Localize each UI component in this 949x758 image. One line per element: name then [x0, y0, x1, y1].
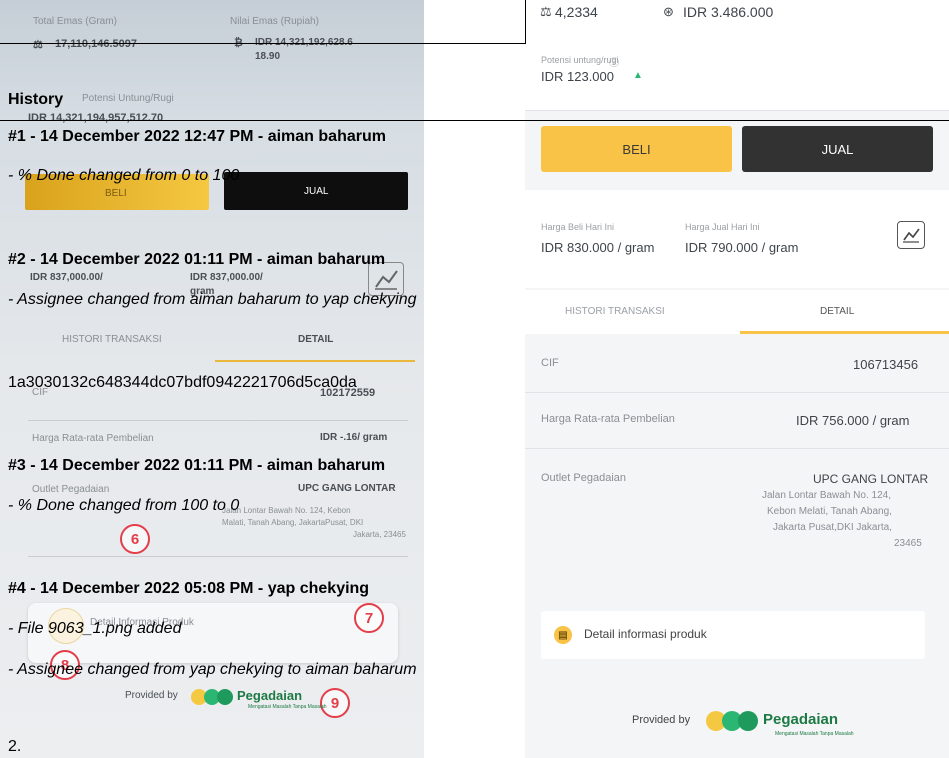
- tab-histori-transaksi[interactable]: HISTORI TRANSAKSI: [62, 334, 162, 345]
- revision-hash: 1a3030132c648344dc07bdf0942221706d5ca0da: [8, 374, 357, 391]
- cif-label: CIF: [541, 357, 559, 369]
- history-change: - Assignee changed from yap chekying to …: [8, 661, 417, 678]
- harga-beli-value: IDR 830.000 / gram: [541, 240, 655, 255]
- up-arrow-icon: ▲: [633, 70, 643, 81]
- history-entry-header: #4 - 14 December 2022 05:08 PM - yap che…: [8, 580, 370, 597]
- frame-border: [0, 120, 949, 121]
- potensi-label: Potensi untung/rugi: [541, 55, 619, 65]
- pegadaian-logo-icon: [705, 710, 761, 737]
- harga-jual-value: IDR 790.000 / gram: [685, 240, 799, 255]
- tab-indicator: [215, 360, 415, 362]
- outlet-address-2: Kebon Melati, Tanah Abang,: [767, 506, 892, 517]
- outlet-name: UPC GANG LONTAR: [298, 483, 396, 494]
- divider: [525, 448, 949, 449]
- harga-section: [525, 190, 949, 288]
- cif-value: 106713456: [853, 357, 919, 372]
- history-entry-header: #1 - 14 December 2022 12:47 PM - aiman b…: [8, 128, 386, 145]
- potensi-value: IDR 14,321,194,957,512.70: [28, 112, 164, 124]
- chart-icon[interactable]: [897, 221, 925, 249]
- info-circle-icon[interactable]: ⓘ: [609, 54, 619, 69]
- outlet-address-1: Jalan Lontar Bawah No. 124, Kebon: [222, 506, 351, 515]
- frame-border: [525, 0, 526, 44]
- harga-rata-label: Harga Rata-rata Pembelian: [32, 433, 154, 444]
- gram-value: 4,2334: [555, 4, 598, 20]
- history-change: - % Done changed from 0 to 100: [8, 167, 240, 184]
- gold-bar-icon: ⚖: [540, 4, 552, 19]
- outlet-address-1: Jalan Lontar Bawah No. 124,: [762, 490, 891, 501]
- potensi-label: Potensi Untung/Rugi: [82, 93, 174, 104]
- detail-info-card[interactable]: ▤ Detail informasi produk: [541, 611, 925, 659]
- potensi-value: IDR 123.000: [541, 69, 614, 84]
- detail-info-label: Detail informasi produk: [584, 627, 707, 641]
- tab-detail[interactable]: DETAIL: [820, 306, 854, 317]
- history-entry-header: #2 - 14 December 2022 01:11 PM - aiman b…: [8, 251, 386, 268]
- jual-button[interactable]: JUAL: [742, 126, 933, 172]
- harga-beli-value: IDR 837,000.00/: [30, 272, 103, 283]
- outlet-address-3: Jakarta, 23465: [353, 530, 406, 539]
- total-emas-value: 17,110,146.5097: [55, 38, 137, 50]
- outlet-address-4: 23465: [894, 538, 922, 549]
- brand-tagline: Mengatasi Masalah Tanpa Masalah: [248, 704, 327, 710]
- total-emas-label: Total Emas (Gram): [33, 16, 117, 27]
- outlet-label: Outlet Pegadaian: [32, 484, 110, 495]
- annotation-badge-6: 6: [120, 524, 150, 554]
- outlet-name: UPC GANG LONTAR: [813, 472, 929, 486]
- rupiah-value: IDR 3.486.000: [683, 4, 774, 20]
- pegadaian-logo-icon: [190, 688, 236, 711]
- tab-detail[interactable]: DETAIL: [298, 334, 333, 345]
- history-change: - % Done changed from 100 to 0: [8, 497, 240, 514]
- divider: [28, 556, 408, 557]
- right-phone-screenshot: ⚖ 4,2334 ⊛ IDR 3.486.000 Potensi untung/…: [525, 0, 949, 758]
- nilai-emas-value-line2: 18.90: [255, 51, 281, 62]
- harga-rata-label: Harga Rata-rata Pembelian: [541, 413, 675, 425]
- jual-label: JUAL: [304, 186, 329, 197]
- divider: [525, 110, 949, 111]
- history-change: - File 9063_1.png added: [8, 620, 182, 637]
- document-icon: ▤: [554, 626, 572, 644]
- history-title: History: [8, 91, 64, 108]
- annotation-badge-7: 7: [354, 603, 384, 633]
- provided-by-label: Provided by: [125, 690, 178, 701]
- harga-beli-label: Harga Beli Hari Ini: [541, 222, 615, 232]
- history-entry-header: #3 - 14 December 2022 01:11 PM - aiman b…: [8, 457, 386, 474]
- frame-border: [0, 43, 525, 44]
- list-number: 2.: [8, 738, 22, 755]
- coin-icon: ⊛: [663, 4, 674, 19]
- annotation-badge-9: 9: [320, 688, 350, 718]
- history-change: - Assignee changed from aiman baharum to…: [8, 291, 417, 308]
- brand-tagline: Mengatasi Masalah Tanpa Masalah: [775, 731, 854, 737]
- outlet-address-2: Malati, Tanah Abang, JakartaPusat, DKI: [222, 518, 364, 527]
- brand-name: Pegadaian: [763, 711, 839, 728]
- divider: [28, 420, 408, 421]
- harga-rata-value: IDR -.16/ gram: [320, 432, 388, 443]
- brand-name: Pegadaian: [237, 688, 303, 703]
- gold-bar-icon: ⚖: [33, 39, 43, 51]
- tab-indicator: [740, 331, 949, 334]
- outlet-address-3: Jakarta Pusat,DKI Jakarta,: [773, 522, 892, 533]
- harga-jual-value: IDR 837,000.00/: [190, 272, 263, 283]
- harga-jual-label: Harga Jual Hari Ini: [685, 222, 760, 232]
- beli-label: BELI: [105, 188, 127, 199]
- beli-button[interactable]: BELI: [541, 126, 732, 172]
- nilai-emas-label: Nilai Emas (Rupiah): [230, 16, 319, 27]
- harga-rata-value: IDR 756.000 / gram: [796, 413, 910, 428]
- provided-by-label: Provided by: [632, 714, 691, 726]
- jual-button[interactable]: JUAL: [224, 172, 408, 210]
- tab-histori-transaksi[interactable]: HISTORI TRANSAKSI: [565, 306, 665, 317]
- divider: [525, 392, 949, 393]
- outlet-label: Outlet Pegadaian: [541, 472, 627, 484]
